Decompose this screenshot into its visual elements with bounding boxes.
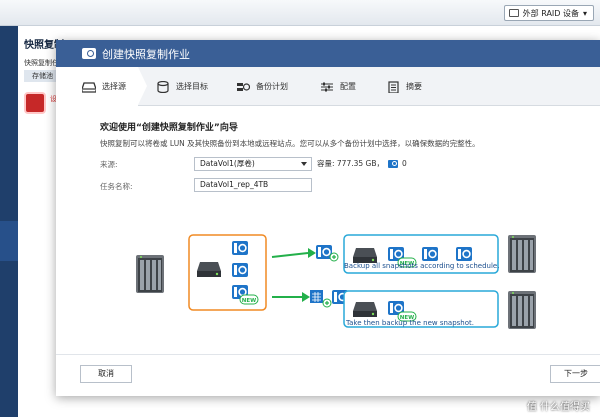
footer-divider <box>56 354 600 355</box>
replication-diagram: NEW <box>136 234 536 329</box>
wizard-description: 快照复制可以将卷或 LUN 及其快照备份到本地或远程站点。您可以从多个备份计划中… <box>100 139 480 148</box>
clipboard-icon <box>388 80 399 93</box>
step-arrow <box>138 67 147 105</box>
chevron-down-icon <box>301 162 307 166</box>
volume-drive-icon <box>353 302 377 317</box>
capacity-info: 容量: 777.35 GB， 0 <box>317 158 407 169</box>
snapshot-icon <box>455 246 473 262</box>
source-label: 来源: <box>100 160 118 169</box>
chevron-down-icon: ▾ <box>582 8 587 18</box>
step-label: 备份计划 <box>256 82 288 91</box>
schedule-icon <box>237 82 250 91</box>
disk-icon <box>82 81 96 93</box>
step-label: 选择目标 <box>176 82 208 91</box>
step-label: 摘要 <box>406 82 422 91</box>
step-configuration[interactable]: 配置 <box>320 67 356 106</box>
snapshot-icon <box>231 262 249 278</box>
source-select-value: DataVol1(厚卷) <box>200 159 255 168</box>
snapshot-icon <box>421 246 439 262</box>
snapshot-count: 0 <box>402 159 407 168</box>
volume-drive-icon <box>197 262 221 277</box>
welcome-heading: 欢迎使用“创建快照复制作业”向导 <box>100 123 238 133</box>
snapshot-icon <box>231 240 249 256</box>
alert-badge-icon <box>24 92 46 114</box>
snapshot-icon <box>82 48 96 59</box>
task-name-label: 任务名称: <box>100 182 133 191</box>
create-snapshot-replication-dialog: 创建快照复制作业 选择源 选择目标 备份计划 配置 摘要 欢迎使用“创建快照复制… <box>56 40 600 396</box>
snapshot-icon <box>388 159 398 168</box>
watermark: 值 什么值得买 <box>526 402 590 413</box>
page-subtitle: 快照复制任 <box>24 59 59 67</box>
task-name-input[interactable]: DataVol1_rep_4TB <box>194 178 312 192</box>
step-summary[interactable]: 摘要 <box>386 67 422 106</box>
volume-drive-icon <box>353 248 377 263</box>
step-label: 配置 <box>340 82 356 91</box>
wizard-steps: 选择源 选择目标 备份计划 配置 摘要 <box>56 67 600 106</box>
dialog-header: 创建快照复制作业 <box>56 40 600 67</box>
target-nas-icon <box>508 291 536 329</box>
database-icon <box>157 80 169 93</box>
step-label: 选择源 <box>102 82 126 91</box>
step-select-target[interactable]: 选择目标 <box>156 67 208 106</box>
source-nas-icon <box>136 255 164 293</box>
sidebar <box>0 26 18 417</box>
new-badge <box>239 294 259 305</box>
caption-schedule: Backup all snapshots according to schedu… <box>344 262 500 270</box>
capacity-text: 容量: 777.35 GB， <box>317 159 384 168</box>
source-select[interactable]: DataVol1(厚卷) <box>194 157 312 171</box>
raid-device-icon <box>508 9 519 17</box>
sidebar-selected-item[interactable] <box>0 221 18 261</box>
caption-new-snapshot: Take then backup the new snapshot. <box>346 319 474 327</box>
cancel-button[interactable]: 取消 <box>80 365 132 383</box>
external-raid-label: 外部 RAID 设备 <box>522 8 579 18</box>
external-raid-button[interactable]: 外部 RAID 设备 ▾ <box>503 5 594 21</box>
top-bar: 外部 RAID 设备 ▾ <box>0 0 600 26</box>
step-select-source[interactable]: 选择源 <box>56 67 138 106</box>
next-button[interactable]: 下一步 <box>550 365 600 383</box>
task-name-value: DataVol1_rep_4TB <box>200 180 269 189</box>
settings-icon <box>321 82 333 91</box>
target-nas-icon <box>508 235 536 273</box>
step-backup-schedule[interactable]: 备份计划 <box>236 67 288 106</box>
dialog-title: 创建快照复制作业 <box>102 47 190 61</box>
